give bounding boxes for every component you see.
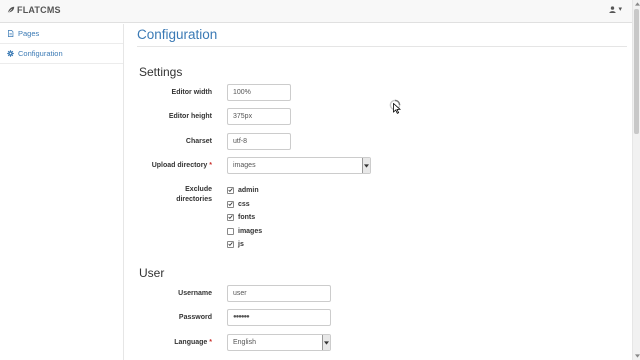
sidebar-item-label: Configuration	[18, 49, 63, 58]
password-label: Password	[178, 314, 212, 321]
upload-directory-label: Upload directory *	[152, 157, 212, 174]
checkbox-label: images	[238, 227, 263, 235]
editor-height-input[interactable]: 375px	[227, 108, 291, 125]
file-icon	[8, 30, 14, 37]
charset-label: Charset	[185, 138, 212, 145]
password-row: Password ●●●●●●	[137, 309, 617, 326]
checkbox-box[interactable]	[227, 213, 234, 221]
mouse-cursor-icon	[393, 103, 401, 114]
exclude-directories-label: Exclude directories	[137, 185, 212, 205]
checkbox-admin[interactable]: admin	[227, 184, 259, 196]
upload-directory-row: Upload directory * images	[137, 157, 617, 174]
brand-logo[interactable]: FLATCMS	[7, 5, 61, 15]
checkmark-icon	[228, 215, 233, 219]
language-row: Language * English	[137, 334, 617, 351]
checkbox-js[interactable]: js	[227, 238, 244, 250]
language-select[interactable]: English	[227, 334, 331, 351]
chevron-up-icon	[634, 2, 640, 6]
leaf-icon	[7, 6, 15, 14]
language-label: Language *	[174, 334, 212, 351]
sidebar-item-configuration[interactable]: Configuration	[0, 44, 123, 64]
chevron-down-icon	[364, 163, 369, 168]
user-menu-toggle[interactable]: ▾	[609, 5, 622, 13]
chevron-down-icon: ▾	[618, 6, 622, 13]
checkmark-icon	[228, 242, 233, 246]
sidebar-item-pages[interactable]: Pages	[0, 24, 123, 44]
chevron-down-icon	[324, 340, 329, 345]
checkmark-icon	[228, 202, 233, 206]
title-divider	[137, 46, 627, 47]
dropdown-arrow[interactable]	[362, 158, 370, 173]
username-label: Username	[178, 290, 212, 297]
checkbox-label: fonts	[238, 213, 256, 221]
username-input[interactable]: user	[227, 285, 331, 302]
editor-height-row: Editor height 375px	[137, 108, 617, 125]
dropdown-arrow[interactable]	[322, 335, 330, 350]
sidebar-item-label: Pages	[18, 29, 40, 38]
settings-section-title: Settings	[139, 65, 183, 79]
brand-name: FLATCMS	[17, 5, 61, 15]
gear-icon	[7, 50, 14, 57]
main-content: Configuration Settings Editor width 100%…	[137, 24, 627, 351]
exclude-label-line1: Exclude	[185, 186, 212, 193]
checkbox-images[interactable]: images	[227, 225, 262, 237]
page-scrollbar[interactable]	[632, 0, 640, 360]
language-label-text: Language	[174, 339, 208, 346]
upload-directory-select[interactable]: images	[227, 157, 371, 174]
editor-width-input[interactable]: 100%	[227, 84, 291, 101]
charset-row: Charset utf-8	[137, 133, 617, 150]
user-icon	[609, 5, 617, 13]
exclude-label-line2: directories	[176, 196, 212, 203]
scroll-down-button[interactable]	[633, 352, 640, 360]
editor-height-label: Editor height	[168, 113, 212, 120]
username-row: Username user	[137, 285, 617, 302]
sidebar: Pages Configuration	[0, 24, 124, 360]
checkbox-fonts[interactable]: fonts	[227, 211, 255, 223]
editor-width-label: Editor width	[171, 89, 212, 96]
password-input[interactable]: ●●●●●●	[227, 309, 331, 326]
checkbox-css[interactable]: css	[227, 198, 250, 210]
checkbox-box[interactable]	[227, 200, 234, 208]
user-section-title: User	[139, 266, 165, 280]
checkbox-box[interactable]	[227, 240, 234, 248]
chevron-down-icon	[634, 354, 640, 358]
required-marker: *	[209, 339, 212, 346]
scroll-thumb[interactable]	[634, 9, 639, 134]
checkbox-label: css	[238, 200, 250, 208]
required-marker: *	[209, 162, 212, 169]
language-selected: English	[233, 339, 256, 346]
checkmark-icon	[228, 188, 233, 192]
top-navbar: FLATCMS ▾	[0, 0, 632, 23]
checkbox-label: admin	[238, 186, 259, 194]
upload-directory-selected: images	[233, 162, 256, 169]
page-title: Configuration	[137, 27, 218, 42]
checkbox-box[interactable]	[227, 186, 234, 194]
checkbox-label: js	[238, 240, 244, 248]
upload-directory-label-text: Upload directory	[151, 162, 208, 169]
editor-width-row: Editor width 100%	[137, 84, 617, 101]
scroll-up-button[interactable]	[633, 0, 640, 8]
charset-input[interactable]: utf-8	[227, 133, 291, 150]
checkbox-box[interactable]	[227, 227, 234, 235]
